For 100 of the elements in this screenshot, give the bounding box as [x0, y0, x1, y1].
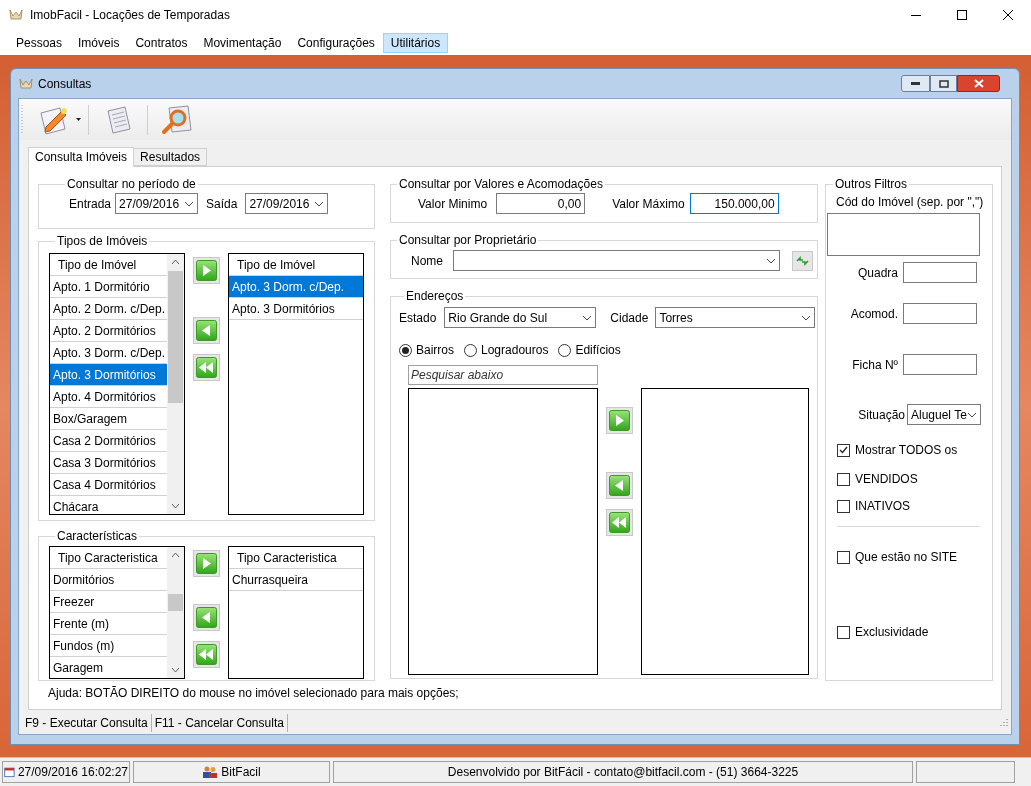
help-text: Ajuda: BOTÃO DIREITO do mouse no imóvel selecionado para mais opções;: [48, 685, 459, 701]
checkbox-label: INATIVOS: [855, 498, 911, 515]
checkbox[interactable]: [837, 499, 850, 513]
tab[interactable]: Resultados: [134, 148, 208, 166]
move-right-button[interactable]: [193, 257, 220, 284]
user-text: BitFacil: [221, 764, 261, 781]
move-left-button[interactable]: [606, 472, 633, 499]
checkbox-label: Mostrar TODOS os: [855, 442, 958, 459]
list-item[interactable]: Churrasqueira: [229, 569, 363, 591]
arrow-right-icon: [196, 260, 217, 281]
tab[interactable]: Consulta Imóveis: [28, 147, 135, 167]
checkbox-label: Exclusividade: [855, 624, 929, 641]
arrow-right-icon: [609, 410, 630, 431]
menu-item[interactable]: Pessoas: [8, 32, 71, 53]
datetime-text: 27/09/2016 16:02:27: [17, 764, 128, 781]
toolbar-grip: [21, 104, 24, 135]
scrollbar[interactable]: [167, 254, 184, 514]
move-right-button[interactable]: [193, 550, 220, 577]
list-item[interactable]: Apto. 3 Dorm. c/Dep.: [229, 276, 363, 298]
saida-label: Saída: [206, 195, 238, 213]
checkbox[interactable]: [837, 550, 850, 564]
move-all-left-button[interactable]: [193, 641, 220, 668]
chevron-down-icon: [184, 200, 195, 207]
column-header[interactable]: Tipo Caracteristica: [229, 547, 363, 569]
city-combobox[interactable]: Torres: [655, 307, 816, 328]
double-arrow-left-icon: [609, 512, 630, 533]
date-picker[interactable]: 27/09/2016: [245, 193, 329, 214]
scrollbar-thumb[interactable]: [168, 594, 183, 611]
minimize-icon: [911, 82, 920, 85]
move-left-button[interactable]: [193, 604, 220, 631]
scrollbar[interactable]: [167, 547, 184, 678]
group-title: Endereços: [405, 289, 465, 303]
min-value-label: Valor Minimo: [418, 195, 488, 213]
refresh-icon: [796, 255, 809, 266]
list-item[interactable]: Apto. 3 Dormitórios: [50, 364, 167, 386]
arrow-left-icon: [196, 607, 217, 628]
restore-button[interactable]: [930, 75, 957, 92]
field-label: Ficha Nº: [851, 356, 899, 374]
close-icon: [973, 79, 984, 88]
checkbox[interactable]: [837, 625, 850, 639]
check-icon: [839, 446, 848, 454]
radio-label: Logradouros: [481, 342, 549, 359]
scrollbar-thumb[interactable]: [168, 271, 183, 403]
code-label: Cód do Imóvel (sep. por ","): [836, 194, 985, 211]
max-value-field[interactable]: 150.000,00: [689, 193, 779, 214]
checkbox[interactable]: [837, 472, 850, 486]
menu-item[interactable]: Movimentação: [195, 32, 290, 53]
search-button[interactable]: [160, 103, 194, 136]
checkbox-label: VENDIDOS: [855, 471, 918, 488]
checkbox[interactable]: [837, 443, 850, 457]
radio-button[interactable]: [464, 343, 477, 357]
group-title: Tipos de Imóveis: [56, 234, 149, 248]
code-field[interactable]: [827, 213, 980, 256]
radio-label: Edifícios: [575, 342, 621, 359]
owner-combobox[interactable]: [453, 250, 780, 271]
menu-item[interactable]: Utilitários: [382, 32, 449, 53]
list-item[interactable]: Apto. 3 Dormitórios: [229, 298, 363, 320]
edit-document-button[interactable]: [38, 104, 81, 135]
pencil-document-icon: [38, 104, 70, 135]
caret-icon: [76, 118, 81, 121]
search-field[interactable]: Pesquisar abaixo: [408, 365, 598, 385]
chevron-down-icon: [314, 200, 325, 207]
menu-item[interactable]: Contratos: [127, 32, 196, 53]
date-picker[interactable]: 27/09/2016: [115, 193, 199, 214]
double-arrow-left-icon: [196, 644, 217, 665]
block-field[interactable]: [903, 262, 977, 283]
status-combobox[interactable]: Aluguel Te: [907, 404, 981, 425]
group-title: Outros Filtros: [834, 177, 908, 191]
radio-button[interactable]: [399, 343, 412, 357]
refresh-button[interactable]: [792, 250, 813, 271]
radio-button[interactable]: [558, 343, 572, 357]
child-window-title: Consultas: [38, 75, 92, 93]
arrow-left-icon: [609, 475, 630, 496]
menu-item[interactable]: Configurações: [289, 32, 383, 53]
search-icon: [160, 103, 194, 136]
accommodation-field[interactable]: [903, 303, 977, 324]
restore-icon: [938, 79, 949, 88]
app-icon: [18, 76, 34, 91]
maximize-icon: [957, 10, 967, 20]
field-label: Acomod.: [849, 305, 899, 323]
move-all-left-button[interactable]: [193, 354, 220, 381]
min-value-field[interactable]: 0,00: [496, 193, 586, 214]
chevron-down-icon: [801, 314, 812, 321]
minimize-button[interactable]: [901, 75, 930, 92]
move-all-left-button[interactable]: [606, 509, 633, 536]
entrada-label: Entrada: [69, 195, 112, 213]
state-combobox[interactable]: Rio Grande do Sul: [444, 307, 597, 328]
close-button[interactable]: [957, 75, 1000, 92]
arrow-left-icon: [196, 320, 217, 341]
group-title: Características: [56, 529, 139, 543]
move-left-button[interactable]: [193, 317, 220, 344]
record-number-field[interactable]: [903, 354, 977, 375]
move-right-button[interactable]: [606, 407, 633, 434]
group-title: Consultar por Valores e Acomodações: [398, 177, 604, 191]
max-value-label: Valor Máximo: [612, 195, 685, 213]
chevron-down-icon: [582, 314, 593, 321]
shortcut-label: F9 - Executar Consulta: [22, 714, 152, 732]
arrow-right-icon: [196, 553, 217, 574]
field-label: Quadra: [856, 264, 899, 282]
menu-item[interactable]: Imóveis: [70, 32, 128, 53]
